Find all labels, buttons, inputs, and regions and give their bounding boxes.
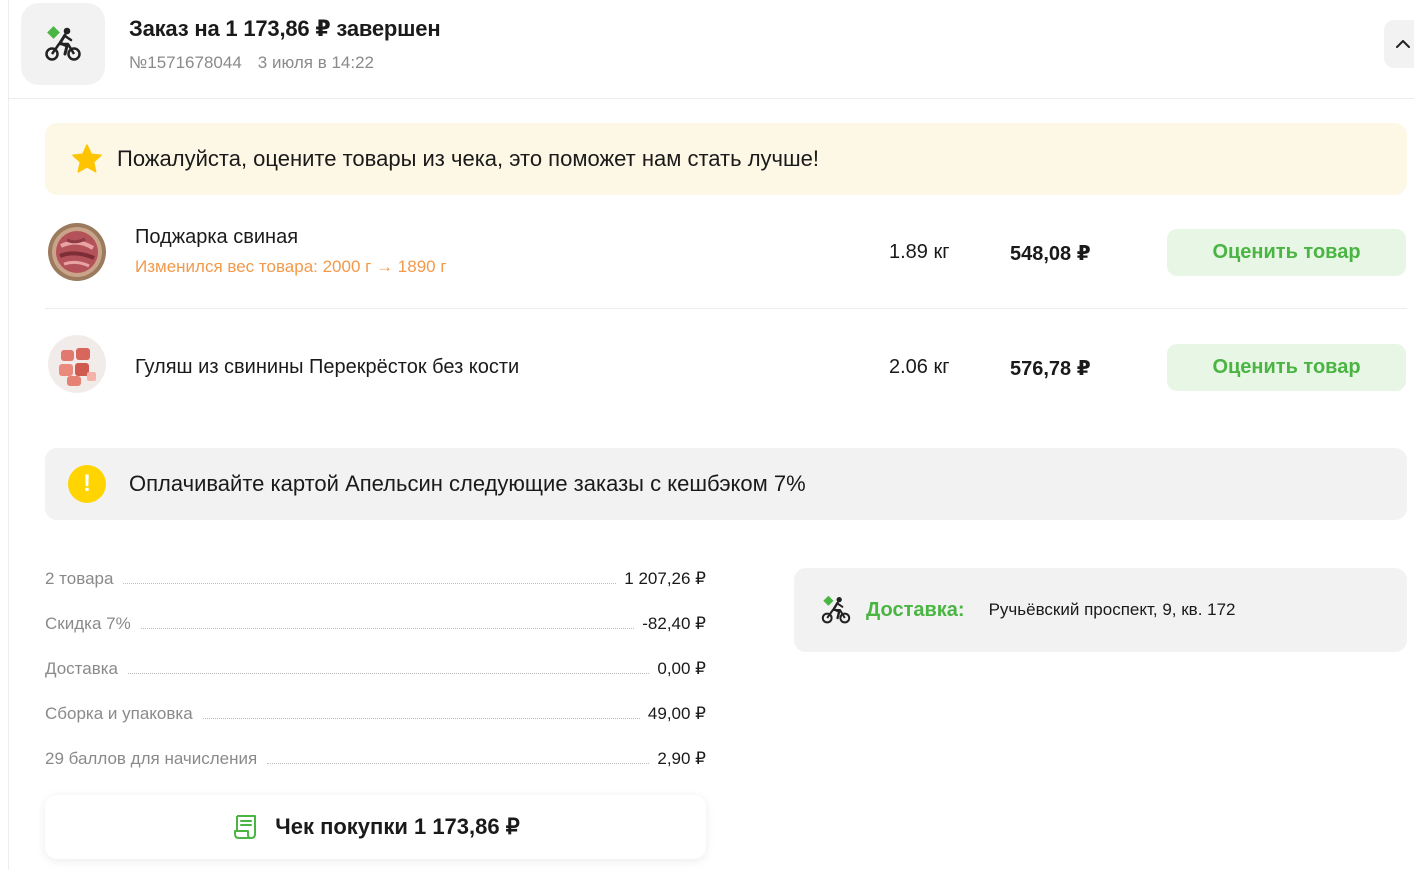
summary-value: 49,00 ₽: [647, 704, 706, 723]
product-weight: 1.89 кг: [889, 241, 950, 263]
order-number: №1571678044: [129, 53, 242, 72]
summary-row-points: 29 баллов для начисления 2,90 ₽: [45, 724, 706, 769]
product-weight-change-note: Изменился вес товара: 2000 г → 1890 г: [135, 257, 447, 276]
summary-value: -82,40 ₽: [642, 614, 706, 633]
rate-banner-text: Пожалуйста, оцените товары из чека, это …: [117, 146, 820, 171]
summary-label: Скидка 7%: [45, 614, 131, 633]
dotted-leader: [123, 583, 617, 584]
summary-label: 2 товара: [45, 569, 114, 588]
courier-bike-icon: [45, 26, 81, 61]
order-date: 3 июля в 14:22: [257, 53, 374, 72]
summary-row-items: 2 товара 1 207,26 ₽: [45, 566, 706, 589]
summary-value: 2,90 ₽: [657, 749, 706, 768]
order-meta: №1571678044 3 июля в 14:22: [129, 53, 374, 73]
summary-value: 1 207,26 ₽: [624, 569, 706, 588]
receipt-button[interactable]: Чек покупки 1 173,86 ₽: [45, 795, 706, 859]
product-name: Поджарка свиная: [135, 226, 299, 248]
product-weight: 2.06 кг: [889, 356, 950, 378]
product-price: 548,08 ₽: [1010, 243, 1091, 265]
dotted-leader: [128, 673, 650, 674]
rate-product-button[interactable]: Оценить товар: [1167, 229, 1406, 276]
summary-label: 29 баллов для начисления: [45, 749, 258, 768]
order-header: Заказ на 1 173,86 ₽ завершен №1571678044…: [8, 0, 1414, 99]
product-row: Гуляш из свинины Перекрёсток без кости 2…: [45, 311, 1407, 421]
exclamation-icon: !: [68, 465, 106, 503]
page-left-border: [8, 0, 9, 870]
rate-products-banner: Пожалуйста, оцените товары из чека, это …: [45, 123, 1407, 195]
order-title: Заказ на 1 173,86 ₽ завершен: [129, 16, 441, 41]
rate-product-button[interactable]: Оценить товар: [1167, 344, 1406, 391]
product-price: 576,78 ₽: [1010, 358, 1091, 380]
dotted-leader: [267, 763, 650, 764]
summary-row-packing: Сборка и упаковка 49,00 ₽: [45, 679, 706, 724]
product-image: [48, 335, 106, 393]
dotted-leader: [202, 718, 640, 719]
product-image: [48, 223, 106, 281]
summary-row-delivery: Доставка 0,00 ₽: [45, 634, 706, 679]
summary-value: 0,00 ₽: [657, 659, 706, 678]
cashback-banner-text: Оплачивайте картой Апельсин следующие за…: [129, 471, 806, 496]
star-icon: [71, 143, 103, 175]
dotted-leader: [140, 628, 635, 629]
receipt-label: Чек покупки 1 173,86 ₽: [275, 814, 520, 839]
receipt-icon: [234, 815, 257, 839]
chevron-up-icon: [1396, 40, 1410, 48]
collapse-button[interactable]: [1384, 20, 1414, 68]
delivery-info-card: Доставка: Ручьёвский проспект, 9, кв. 17…: [794, 568, 1407, 652]
order-status-icon-box: [21, 3, 105, 85]
product-name: Гуляш из свинины Перекрёсток без кости: [135, 356, 520, 378]
summary-row-discount: Скидка 7% -82,40 ₽: [45, 589, 706, 634]
delivery-address: Ручьёвский проспект, 9, кв. 172: [988, 600, 1236, 619]
product-row: Поджарка свиная Изменился вес товара: 20…: [45, 199, 1407, 309]
delivery-label: Доставка:: [866, 598, 965, 621]
cashback-banner[interactable]: ! Оплачивайте картой Апельсин следующие …: [45, 448, 1407, 520]
courier-bike-icon: [821, 595, 851, 624]
summary-label: Сборка и упаковка: [45, 704, 193, 723]
order-summary: 2 товара 1 207,26 ₽ Скидка 7% -82,40 ₽ Д…: [45, 566, 706, 769]
summary-label: Доставка: [45, 659, 119, 678]
